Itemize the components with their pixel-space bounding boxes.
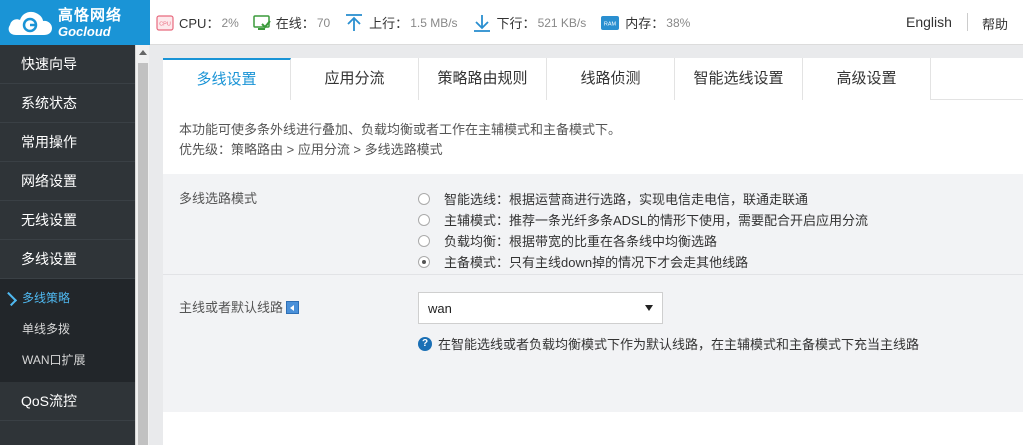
default-line-label: 主线或者默认线路 xyxy=(179,300,284,315)
memory-value: 38% xyxy=(666,15,691,30)
online-label: 在线： xyxy=(275,16,315,31)
row-divider xyxy=(163,274,1023,275)
sidebar-item-network[interactable]: 网络设置 xyxy=(0,162,135,201)
cpu-label: CPU： xyxy=(179,16,220,31)
tab-line-detect[interactable]: 线路侦测 xyxy=(547,58,675,100)
tab-app-split[interactable]: 应用分流 xyxy=(291,58,419,100)
scroll-up-arrow-icon[interactable] xyxy=(136,45,150,59)
svg-text:RAM: RAM xyxy=(604,21,617,27)
radio-button[interactable] xyxy=(418,213,430,226)
upload-stat: 上行： 1.5 MB/s xyxy=(344,13,458,33)
sidebar-submenu: 多线策略 单线多拨 WAN口扩展 xyxy=(0,279,135,382)
online-users-icon xyxy=(253,14,271,30)
tab-smart-select[interactable]: 智能选线设置 xyxy=(675,58,803,100)
settings-panel: 多线选路模式 智能选线：根据运营商进行选路，实现电信走电信，联通走联通 主辅模式… xyxy=(163,174,1023,412)
brand-name-cn: 高恪网络 xyxy=(58,6,123,24)
sidebar-subitem-wan-expand[interactable]: WAN口扩展 xyxy=(0,345,135,376)
sidebar-subitem-multi-dial[interactable]: 单线多拨 xyxy=(0,314,135,345)
sidebar-item-qos[interactable]: QoS流控 xyxy=(0,382,135,421)
help-link[interactable]: 帮助 xyxy=(982,14,1008,33)
download-value: 521 KB/s xyxy=(537,15,587,30)
description: 本功能可使多条外线进行叠加、负载均衡或者工作在主辅模式和主备模式下。 优先级：策… xyxy=(163,100,1023,174)
radio-button-selected[interactable] xyxy=(418,255,430,268)
download-label: 下行： xyxy=(496,16,536,31)
hint-text: 在智能选线或者负载均衡模式下作为默认线路，在主辅模式和主备模式下充当主线路 xyxy=(438,337,920,352)
description-line: 本功能可使多条外线进行叠加、负载均衡或者工作在主辅模式和主备模式下。 xyxy=(179,122,622,137)
memory-label: 内存： xyxy=(625,16,665,31)
brand-logo[interactable]: 高恪网络 Gocloud xyxy=(0,0,150,45)
mode-radio-group: 智能选线：根据运营商进行选路，实现电信走电信，联通走联通 主辅模式：推荐一条光纤… xyxy=(418,188,868,272)
sidebar-item-wireless[interactable]: 无线设置 xyxy=(0,201,135,240)
download-arrow-icon xyxy=(473,14,490,32)
cpu-value: 2% xyxy=(221,15,239,30)
radio-button[interactable] xyxy=(418,192,430,205)
brand-name-en: Gocloud xyxy=(58,23,111,39)
sidebar-item-multiline[interactable]: 多线设置 xyxy=(0,240,135,279)
default-line-select[interactable]: wan xyxy=(418,292,663,324)
sidebar-item-system-status[interactable]: 系统状态 xyxy=(0,84,135,123)
upload-label: 上行： xyxy=(369,16,409,31)
top-header: 高恪网络 Gocloud CPU CPU： 2% 在线： 70 上行： 1.5 … xyxy=(0,0,1023,45)
scrollbar-thumb[interactable] xyxy=(138,63,148,445)
mode-option-label: 智能选线：根据运营商进行选路，实现电信走电信，联通走联通 xyxy=(444,192,809,207)
default-line-hint: ? 在智能选线或者负载均衡模式下作为默认线路，在主辅模式和主备模式下充当主线路 xyxy=(418,334,919,353)
sidebar-item-quick-wizard[interactable]: 快速向导 xyxy=(0,45,135,84)
header-divider xyxy=(967,13,968,31)
mode-label: 多线选路模式 xyxy=(179,191,258,206)
mode-option-label: 负载均衡：根据带宽的比重在各条线中均衡选路 xyxy=(444,234,718,249)
upload-value: 1.5 MB/s xyxy=(410,15,458,30)
question-icon: ? xyxy=(418,336,432,351)
cpu-icon: CPU xyxy=(156,14,174,31)
sidebar-subitem-multiline-policy[interactable]: 多线策略 xyxy=(0,283,135,314)
mode-option-label: 主辅模式：推荐一条光纤多条ADSL的情形下使用，需要配合开启应用分流 xyxy=(444,213,868,228)
sidebar-scrollbar[interactable] xyxy=(135,45,149,445)
mode-option-label: 主备模式：只有主线down掉的情况下才会走其他线路 xyxy=(444,255,749,270)
sidebar: 快速向导 系统状态 常用操作 网络设置 无线设置 多线设置 多线策略 单线多拨 … xyxy=(0,45,135,445)
priority-line: 优先级：策略路由 > 应用分流 > 多线选路模式 xyxy=(179,142,443,157)
mode-option-primary-backup[interactable]: 主备模式：只有主线down掉的情况下才会走其他线路 xyxy=(418,251,868,272)
mode-option-smart[interactable]: 智能选线：根据运营商进行选路，实现电信走电信，联通走联通 xyxy=(418,188,868,209)
status-bar: CPU CPU： 2% 在线： 70 上行： 1.5 MB/s 下行： 521 … xyxy=(156,0,704,45)
memory-stat: RAM 内存： 38% xyxy=(600,13,690,32)
default-line-label-row: 主线或者默认线路 xyxy=(179,297,300,316)
svg-text:CPU: CPU xyxy=(159,21,171,27)
tab-policy-routing[interactable]: 策略路由规则 xyxy=(419,58,547,100)
mode-option-load-balance[interactable]: 负载均衡：根据带宽的比重在各条线中均衡选路 xyxy=(418,230,868,251)
main-content: 多线设置 应用分流 策略路由规则 线路侦测 智能选线设置 高级设置 本功能可使多… xyxy=(163,58,1023,445)
tab-advanced[interactable]: 高级设置 xyxy=(803,58,931,100)
cloud-logo-icon xyxy=(8,11,52,35)
collapse-arrow-icon[interactable] xyxy=(286,301,300,314)
upload-arrow-icon xyxy=(346,13,363,31)
language-switch-link[interactable]: English xyxy=(906,14,952,30)
online-value: 70 xyxy=(316,15,331,30)
download-stat: 下行： 521 KB/s xyxy=(472,13,587,33)
online-stat: 在线： 70 xyxy=(253,13,330,32)
cpu-stat: CPU CPU： 2% xyxy=(156,13,239,32)
sidebar-item-common-ops[interactable]: 常用操作 xyxy=(0,123,135,162)
chevron-down-icon xyxy=(645,305,653,311)
mode-option-primary-aux[interactable]: 主辅模式：推荐一条光纤多条ADSL的情形下使用，需要配合开启应用分流 xyxy=(418,209,868,230)
tab-multiline-settings[interactable]: 多线设置 xyxy=(163,58,291,100)
ram-icon: RAM xyxy=(601,15,620,30)
default-line-value: wan xyxy=(428,300,452,316)
tab-bar: 多线设置 应用分流 策略路由规则 线路侦测 智能选线设置 高级设置 xyxy=(163,58,1023,100)
radio-button[interactable] xyxy=(418,234,430,247)
